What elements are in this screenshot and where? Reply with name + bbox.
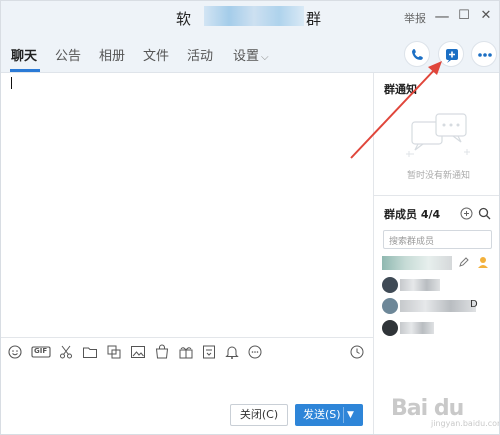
- member-search-placeholder: 搜索群成员: [389, 237, 435, 247]
- minimize-button[interactable]: —: [433, 7, 451, 25]
- scissors-icon[interactable]: [58, 344, 74, 360]
- tab-album[interactable]: 相册: [99, 45, 125, 64]
- add-icon: [446, 49, 458, 63]
- screenshot-icon[interactable]: [106, 344, 122, 360]
- send-button[interactable]: 发送(S) ▼: [295, 404, 363, 426]
- bag-icon[interactable]: [154, 344, 170, 360]
- more-circle-icon[interactable]: [247, 344, 263, 360]
- gif-label: GIF: [34, 347, 48, 355]
- vote-icon[interactable]: [201, 344, 217, 360]
- member-redaction: [400, 300, 476, 312]
- gift-icon[interactable]: [178, 344, 194, 360]
- tab-settings[interactable]: 设置 ⌵: [233, 45, 269, 64]
- watermark-url: jingyan.baidu.com: [431, 419, 500, 428]
- notice-title: 群通知: [384, 83, 417, 96]
- member-item[interactable]: [382, 254, 494, 272]
- send-button-label: 发送(S): [303, 408, 341, 421]
- bell-icon[interactable]: [224, 344, 240, 360]
- image-icon[interactable]: [130, 344, 146, 360]
- tab-activity[interactable]: 活动: [187, 45, 213, 64]
- more-options-button[interactable]: [471, 41, 497, 67]
- window-title-prefix: 软: [176, 10, 192, 28]
- history-icon[interactable]: [349, 344, 365, 360]
- member-redaction: [400, 322, 434, 334]
- watermark-logo: Bai du: [391, 396, 464, 421]
- tab-bar: 聊天 公告 相册 文件 活动 设置 ⌵: [1, 33, 499, 73]
- group-sidebar: 群通知 暂时没有新通知 群成员 4/4 搜索群成员 D: [373, 73, 499, 434]
- tab-chat[interactable]: 聊天: [11, 45, 37, 64]
- close-button[interactable]: 关闭(C): [230, 404, 288, 426]
- member-add-icon[interactable]: [460, 207, 473, 220]
- active-tab-indicator: [10, 69, 40, 72]
- emoji-icon[interactable]: [7, 344, 23, 360]
- send-options-dropdown[interactable]: ▼: [347, 404, 354, 426]
- message-history[interactable]: [1, 73, 373, 337]
- folder-icon[interactable]: [82, 344, 98, 360]
- window-title-suffix: 群: [306, 10, 322, 28]
- tab-files[interactable]: 文件: [143, 45, 169, 64]
- title-redaction: [204, 6, 304, 26]
- gif-icon[interactable]: GIF: [31, 344, 51, 360]
- input-toolbar: GIF: [1, 337, 373, 365]
- edit-icon[interactable]: [458, 256, 470, 268]
- chat-window: 软 群 举报 — ☐ ✕ 聊天 公告 相册 文件 活动 设置 ⌵ GIF 关闭(…: [0, 0, 500, 435]
- tab-announcement[interactable]: 公告: [55, 45, 81, 64]
- phone-icon: [412, 49, 423, 60]
- avatar: [382, 277, 398, 293]
- search-icon[interactable]: [478, 207, 491, 220]
- maximize-button[interactable]: ☐: [455, 7, 473, 25]
- close-window-button[interactable]: ✕: [477, 7, 495, 25]
- send-button-divider: [343, 407, 344, 423]
- member-item[interactable]: [382, 319, 494, 337]
- member-item[interactable]: [382, 276, 494, 294]
- member-item[interactable]: D: [382, 297, 494, 315]
- empty-notice-illustration: [406, 113, 470, 157]
- member-redaction: [382, 256, 452, 270]
- more-icon: [478, 53, 492, 57]
- report-link[interactable]: 举报: [404, 10, 426, 26]
- owner-icon: [478, 257, 488, 268]
- sidebar-divider: [374, 195, 499, 196]
- avatar: [382, 320, 398, 336]
- notice-empty-text: 暂时没有新通知: [407, 171, 471, 181]
- chevron-down-icon: ⌵: [261, 52, 269, 63]
- member-name-suffix: D: [470, 299, 478, 310]
- text-cursor: [11, 77, 12, 89]
- member-search-input[interactable]: 搜索群成员: [383, 230, 492, 249]
- voice-call-button[interactable]: [404, 41, 430, 67]
- members-title: 群成员 4/4: [384, 208, 441, 221]
- tab-settings-label: 设置: [233, 49, 260, 64]
- title-bar: 软 群 举报 — ☐ ✕: [1, 1, 499, 33]
- avatar: [382, 298, 398, 314]
- member-redaction: [400, 279, 440, 291]
- add-app-button[interactable]: [438, 41, 464, 67]
